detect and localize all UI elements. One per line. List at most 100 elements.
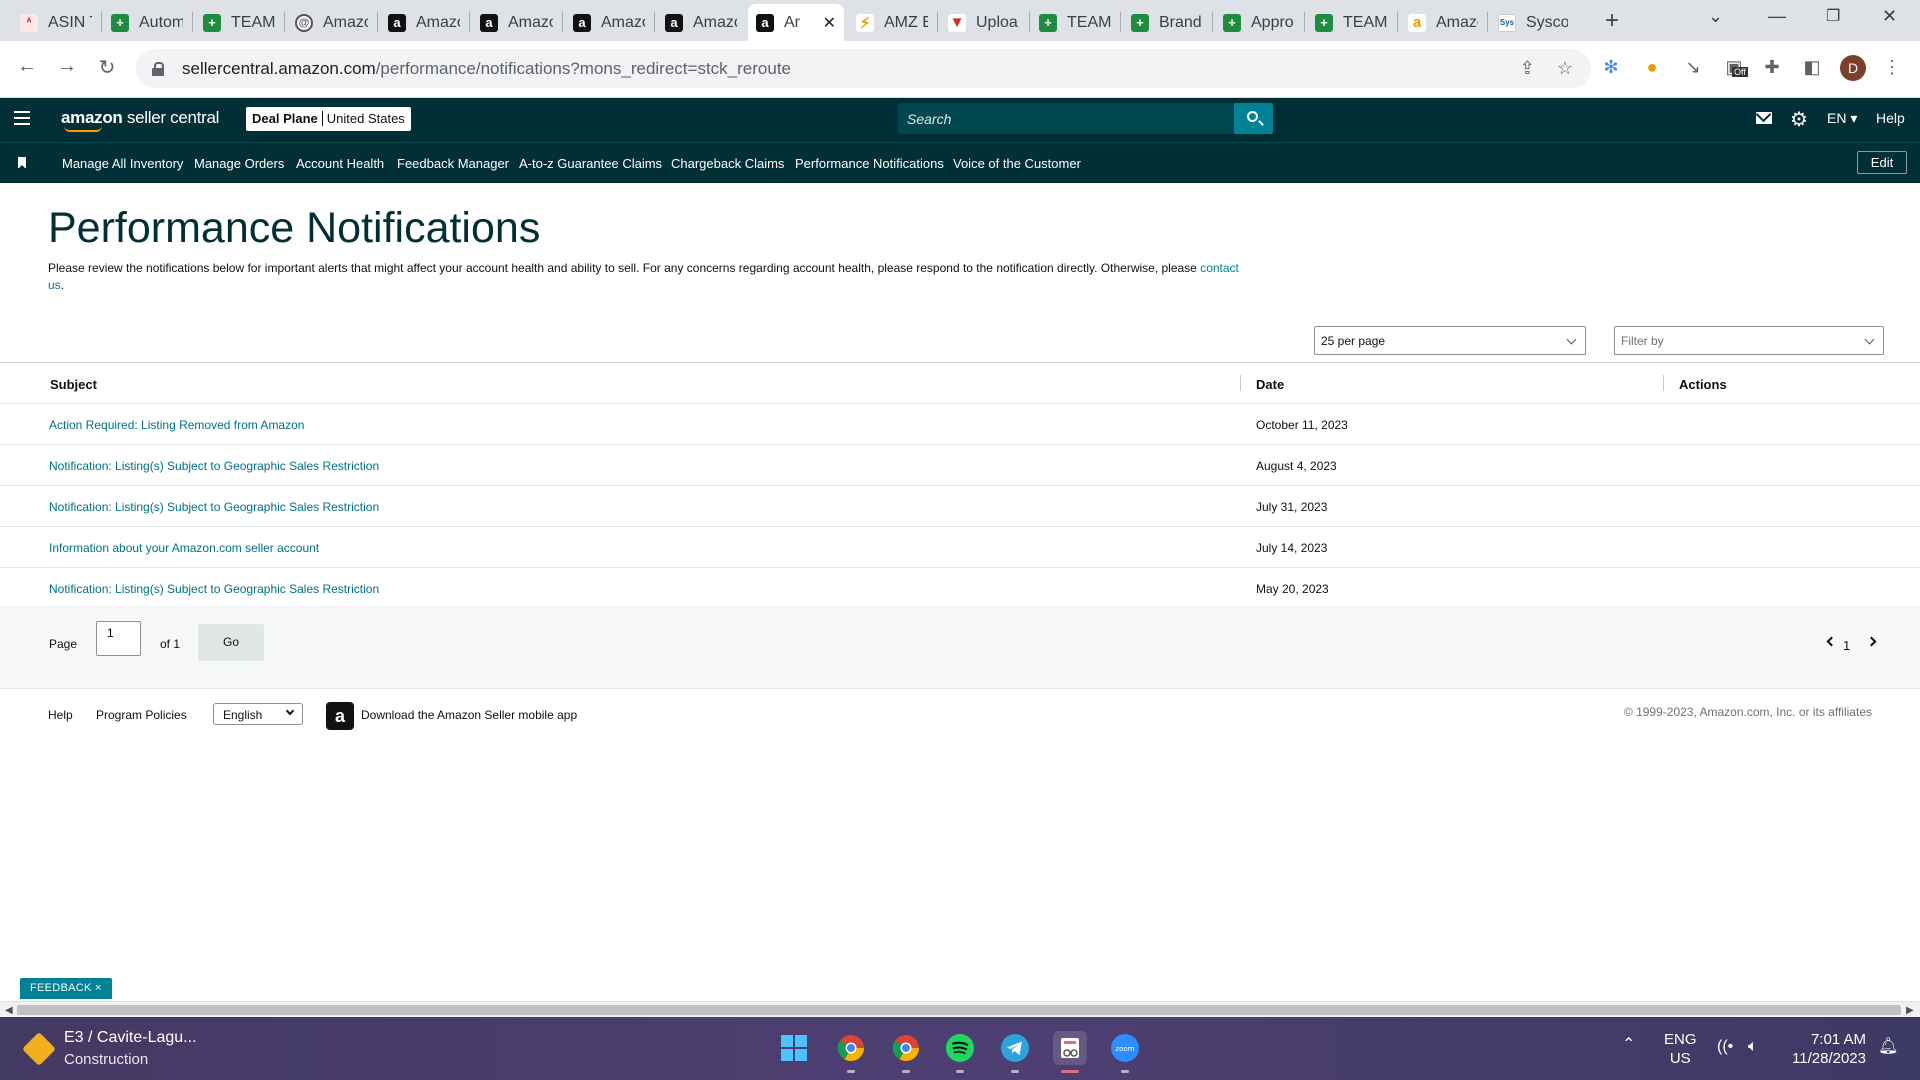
- notification-bell-icon[interactable]: 🔔︎: [1878, 1037, 1898, 1056]
- browser-tab[interactable]: + TEAM: [1307, 4, 1396, 41]
- snipping-tool-icon[interactable]: [1053, 1031, 1087, 1065]
- browser-tab[interactable]: ▼ Uploa: [940, 4, 1028, 41]
- browser-tab[interactable]: a Amazo: [565, 4, 653, 41]
- bookmark-star-icon[interactable]: ☆: [1557, 58, 1573, 79]
- browser-tab[interactable]: + TEAM: [195, 4, 283, 41]
- bookmark-link[interactable]: A-to-z Guarantee Claims: [519, 156, 662, 171]
- weather-title[interactable]: E3 / Cavite-Lagu...: [64, 1029, 197, 1047]
- address-bar[interactable]: sellercentral.amazon.com/performance/not…: [136, 49, 1591, 88]
- program-policies-link[interactable]: Program Policies: [96, 708, 187, 722]
- bookmark-icon[interactable]: [18, 157, 26, 169]
- notification-subject-link[interactable]: Notification: Listing(s) Subject to Geog…: [49, 459, 379, 473]
- notification-subject-link[interactable]: Notification: Listing(s) Subject to Geog…: [49, 500, 379, 514]
- go-button[interactable]: Go: [198, 624, 264, 661]
- tab-label: Appro: [1251, 13, 1294, 31]
- input-language-indicator[interactable]: ENG US: [1664, 1030, 1697, 1068]
- horizontal-scrollbar[interactable]: ◀ ▶: [0, 1001, 1920, 1017]
- minimize-button[interactable]: —: [1768, 6, 1786, 27]
- chrome-icon[interactable]: [889, 1031, 923, 1065]
- browser-tab[interactable]: @ Amazo: [287, 4, 376, 41]
- footer-help-link[interactable]: Help: [48, 708, 73, 722]
- close-window-button[interactable]: ✕: [1882, 6, 1897, 27]
- browser-tab[interactable]: a Ar ✕: [748, 4, 844, 41]
- store-switcher[interactable]: Deal Plane United States: [246, 107, 411, 131]
- feedback-button[interactable]: FEEDBACK ×: [20, 978, 112, 999]
- wifi-icon[interactable]: ((•: [1717, 1037, 1733, 1056]
- start-button[interactable]: [777, 1031, 811, 1065]
- mail-icon[interactable]: [1756, 112, 1772, 124]
- browser-tab[interactable]: a Amazo: [472, 4, 561, 41]
- bookmark-link[interactable]: Manage All Inventory: [62, 156, 183, 171]
- maximize-button[interactable]: ❐: [1826, 6, 1840, 26]
- tray-chevron-up-icon[interactable]: ⌃: [1622, 1035, 1635, 1054]
- filter-select[interactable]: Filter by: [1614, 326, 1884, 355]
- download-app-link[interactable]: Download the Amazon Seller mobile app: [361, 708, 577, 722]
- zoom-icon[interactable]: zoom: [1108, 1031, 1142, 1065]
- spotify-icon[interactable]: [943, 1031, 977, 1065]
- help-link[interactable]: Help: [1876, 110, 1905, 126]
- scroll-right-icon[interactable]: ▶: [1906, 1005, 1914, 1016]
- browser-tab[interactable]: a Amazo: [1400, 4, 1486, 41]
- extension-icon[interactable]: ✻: [1599, 57, 1623, 78]
- browser-tab[interactable]: + Autom: [103, 4, 191, 41]
- page-number-input[interactable]: [96, 621, 141, 656]
- gear-icon[interactable]: ⚙: [1790, 107, 1808, 132]
- reload-button[interactable]: ↻: [94, 55, 120, 80]
- current-page-number[interactable]: 1: [1843, 638, 1850, 653]
- tab-search-icon[interactable]: ⌄: [1708, 6, 1723, 27]
- bookmark-link[interactable]: Voice of the Customer: [953, 156, 1081, 171]
- browser-tab[interactable]: ⚡︎ AMZ E: [848, 4, 936, 41]
- chrome-profile-icon[interactable]: [834, 1031, 868, 1065]
- scroll-left-icon[interactable]: ◀: [5, 1005, 13, 1016]
- extension-icon[interactable]: ●: [1640, 57, 1664, 78]
- browser-tab[interactable]: a Amazo: [380, 4, 468, 41]
- side-panel-icon[interactable]: ◧: [1800, 57, 1824, 78]
- close-tab-icon[interactable]: ✕: [817, 13, 836, 33]
- language-selector[interactable]: EN ▾: [1827, 110, 1857, 127]
- extension-icon[interactable]: ↘: [1681, 57, 1705, 78]
- telegram-icon[interactable]: [998, 1031, 1032, 1065]
- tab-label: TEAM: [1067, 13, 1111, 31]
- browser-tab[interactable]: a Amazo: [657, 4, 745, 41]
- notification-subject-link[interactable]: Notification: Listing(s) Subject to Geog…: [49, 582, 379, 596]
- avatar[interactable]: D: [1840, 55, 1866, 81]
- column-header-subject: Subject: [50, 377, 97, 392]
- hamburger-menu-icon[interactable]: [14, 111, 30, 125]
- scrollbar-thumb[interactable]: [17, 1005, 1901, 1015]
- bookmark-link[interactable]: Chargeback Claims: [671, 156, 784, 171]
- bookmark-link[interactable]: Performance Notifications: [795, 156, 944, 171]
- weather-icon[interactable]: [22, 1032, 56, 1066]
- extension-off-icon[interactable]: ▣Off: [1722, 57, 1748, 78]
- new-tab-button[interactable]: +: [1598, 8, 1626, 36]
- back-button[interactable]: ←: [14, 55, 40, 78]
- chevron-right-icon[interactable]: [1866, 636, 1877, 647]
- chevron-left-icon[interactable]: [1826, 636, 1837, 647]
- search-input[interactable]: [898, 103, 1234, 134]
- browser-tab[interactable]: Sys Sysco: [1490, 4, 1576, 41]
- browser-tab[interactable]: + TEAM: [1031, 4, 1119, 41]
- sheets-icon: +: [111, 13, 129, 32]
- search-box[interactable]: [898, 103, 1234, 134]
- footer-language-select[interactable]: English: [213, 703, 303, 725]
- amazon-smile-icon: a: [1408, 13, 1426, 32]
- notification-subject-link[interactable]: Information about your Amazon.com seller…: [49, 541, 319, 555]
- clock[interactable]: 7:01 AM 11/28/2023: [1786, 1030, 1866, 1068]
- edit-bookmarks-button[interactable]: Edit: [1857, 151, 1907, 174]
- search-button[interactable]: [1234, 103, 1273, 134]
- browser-tab[interactable]: + Appro: [1215, 4, 1303, 41]
- forward-button[interactable]: →: [54, 55, 80, 78]
- amazon-app-icon[interactable]: a: [326, 702, 354, 730]
- browser-tab[interactable]: ᴬ ASIN T: [12, 4, 100, 41]
- bookmark-link[interactable]: Account Health: [296, 156, 384, 171]
- volume-icon[interactable]: 🔈︎: [1748, 1037, 1758, 1056]
- menu-kebab-icon[interactable]: ⋮: [1880, 57, 1904, 78]
- bookmark-link[interactable]: Feedback Manager: [397, 156, 509, 171]
- seller-central-header: amazon seller central Deal Plane United S…: [0, 98, 1920, 142]
- seller-central-logo[interactable]: amazon seller central: [61, 108, 219, 128]
- per-page-select[interactable]: 25 per page: [1314, 326, 1586, 355]
- browser-tab[interactable]: + Brand: [1123, 4, 1211, 41]
- bookmark-link[interactable]: Manage Orders: [194, 156, 284, 171]
- share-icon[interactable]: ⇪: [1520, 58, 1535, 79]
- notification-subject-link[interactable]: Action Required: Listing Removed from Am…: [49, 418, 304, 432]
- extensions-puzzle-icon[interactable]: ✚: [1760, 57, 1784, 78]
